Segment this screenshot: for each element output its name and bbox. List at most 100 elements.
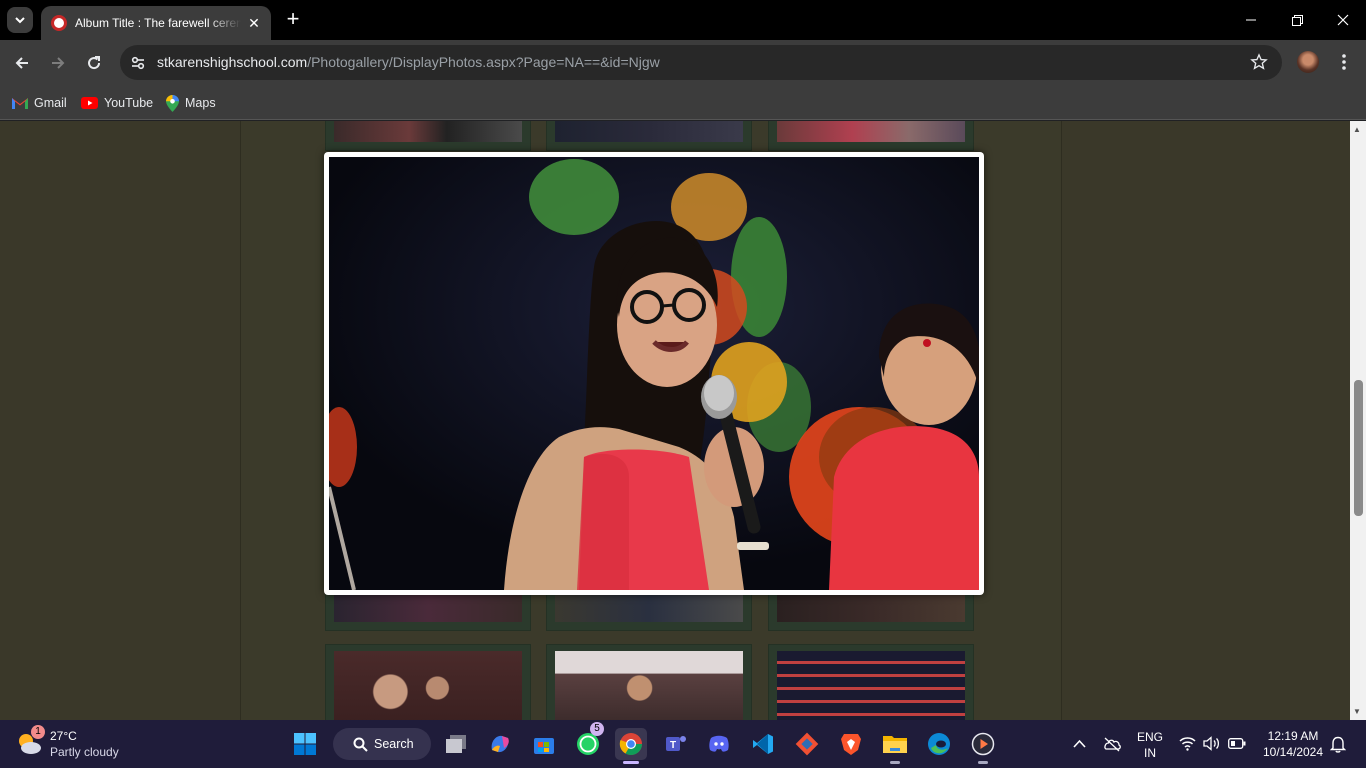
maps-icon — [166, 94, 179, 112]
photo-thumbnail[interactable] — [546, 644, 752, 720]
clock-time: 12:19 AM — [1267, 729, 1319, 743]
chevron-up-icon[interactable] — [1073, 739, 1086, 749]
youtube-icon — [81, 97, 98, 109]
title-bar: Album Title : The farewell ceremony ✕ + — [0, 0, 1366, 40]
more-options-icon[interactable] — [1336, 52, 1352, 72]
discord-icon — [709, 735, 729, 752]
chevron-down-icon — [15, 17, 25, 24]
discord-button[interactable] — [703, 728, 735, 760]
url-text: stkarenshighschool.com/Photogallery/Disp… — [157, 54, 660, 70]
weather-text: 27°C Partly cloudy — [50, 728, 119, 760]
copilot-button[interactable] — [484, 728, 516, 760]
running-indicator — [978, 761, 988, 764]
edge-button[interactable] — [923, 728, 955, 760]
vscode-icon — [753, 734, 773, 754]
reload-button[interactable] — [81, 50, 107, 76]
teams-button[interactable]: T — [660, 728, 692, 760]
lightbox-photo[interactable] — [329, 157, 979, 590]
media-player-button[interactable] — [967, 728, 999, 764]
school-logo-icon — [51, 15, 67, 31]
brave-icon — [841, 734, 861, 755]
play-icon — [971, 732, 995, 756]
url-host: stkarenshighschool.com — [157, 54, 308, 70]
wifi-icon[interactable] — [1179, 736, 1196, 751]
git-icon — [795, 732, 819, 756]
clock-date: 10/14/2024 — [1262, 745, 1324, 759]
teams-icon: T — [666, 736, 686, 751]
page-scrollbar[interactable]: ▲ ▼ — [1350, 121, 1366, 720]
back-button[interactable] — [9, 50, 35, 76]
close-icon — [1337, 14, 1349, 26]
reload-icon — [88, 56, 101, 70]
task-view-button[interactable] — [440, 728, 472, 760]
bookmark-label: Gmail — [34, 96, 67, 110]
running-indicator — [890, 761, 900, 764]
weather-widget[interactable]: 1 27°C Partly cloudy — [16, 725, 119, 762]
tab-close-icon[interactable]: ✕ — [247, 15, 261, 32]
photo-thumbnail[interactable] — [768, 121, 974, 151]
bookmark-star-icon[interactable] — [1250, 53, 1268, 71]
volume-icon[interactable] — [1203, 736, 1221, 751]
photo-thumbnail[interactable] — [325, 644, 531, 720]
bookmark-gmail[interactable]: Gmail — [12, 92, 67, 114]
photo-lightbox[interactable] — [324, 152, 984, 595]
restore-button[interactable] — [1274, 0, 1320, 40]
vscode-button[interactable] — [747, 728, 779, 760]
scroll-up-icon[interactable]: ▲ — [1353, 125, 1361, 134]
windows-logo-icon — [294, 733, 316, 755]
start-button[interactable] — [289, 728, 321, 760]
file-explorer-button[interactable] — [879, 728, 911, 764]
microsoft-store-button[interactable] — [528, 728, 560, 760]
chrome-button[interactable] — [615, 728, 647, 764]
taskbar-search[interactable]: Search — [333, 728, 431, 760]
student-singing-photo — [329, 157, 979, 590]
restore-icon — [1291, 14, 1303, 26]
bookmark-maps[interactable]: Maps — [166, 92, 216, 114]
weather-badge: 1 — [31, 725, 45, 739]
minimize-button[interactable] — [1228, 0, 1274, 40]
active-indicator — [623, 761, 639, 764]
whatsapp-badge: 5 — [590, 722, 604, 736]
site-settings-icon[interactable] — [128, 53, 148, 73]
folder-icon — [883, 736, 907, 753]
profile-avatar[interactable] — [1297, 51, 1319, 73]
windows-taskbar: 1 27°C Partly cloudy Search 5 T ENG IN 1… — [0, 720, 1366, 768]
bookmark-label: Maps — [185, 96, 216, 110]
bookmark-label: YouTube — [104, 96, 154, 110]
task-view-icon — [446, 735, 466, 753]
active-tab[interactable]: Album Title : The farewell ceremony ✕ — [41, 6, 271, 40]
new-tab-button[interactable]: + — [282, 8, 304, 31]
store-icon — [534, 738, 554, 754]
whatsapp-button[interactable]: 5 — [572, 722, 604, 760]
notification-bell-icon[interactable] — [1330, 735, 1346, 753]
close-window-button[interactable] — [1320, 0, 1366, 40]
git-client-button[interactable] — [791, 728, 823, 760]
battery-icon[interactable] — [1228, 738, 1246, 749]
weather-desc: Partly cloudy — [50, 745, 119, 759]
edge-icon — [928, 733, 950, 755]
search-icon — [353, 737, 368, 752]
language-indicator[interactable]: ENG IN — [1134, 729, 1166, 761]
bookmarks-bar: Gmail YouTube Maps — [0, 86, 1366, 120]
tab-title: Album Title : The farewell ceremony — [75, 16, 241, 30]
scrollbar-thumb[interactable] — [1354, 380, 1363, 516]
minimize-icon — [1246, 19, 1256, 21]
language-code: ENG — [1136, 730, 1163, 744]
scroll-down-icon[interactable]: ▼ — [1353, 707, 1361, 716]
gmail-icon — [12, 98, 28, 109]
bookmark-youtube[interactable]: YouTube — [81, 92, 153, 114]
forward-button[interactable] — [45, 50, 71, 76]
brave-button[interactable] — [835, 728, 867, 760]
arrow-left-icon — [15, 57, 28, 69]
photo-thumbnail[interactable] — [768, 644, 974, 720]
region-code: IN — [1144, 746, 1156, 760]
onedrive-paused-icon[interactable] — [1102, 736, 1122, 752]
arrow-right-icon — [52, 57, 65, 69]
photo-thumbnail[interactable] — [546, 121, 752, 151]
weather-temp: 27°C — [50, 729, 77, 743]
browser-toolbar: stkarenshighschool.com/Photogallery/Disp… — [0, 40, 1366, 86]
photo-thumbnail[interactable] — [325, 121, 531, 151]
tab-search-button[interactable] — [7, 7, 33, 33]
clock[interactable]: 12:19 AM 10/14/2024 — [1256, 728, 1330, 760]
address-bar[interactable]: stkarenshighschool.com/Photogallery/Disp… — [120, 45, 1282, 80]
